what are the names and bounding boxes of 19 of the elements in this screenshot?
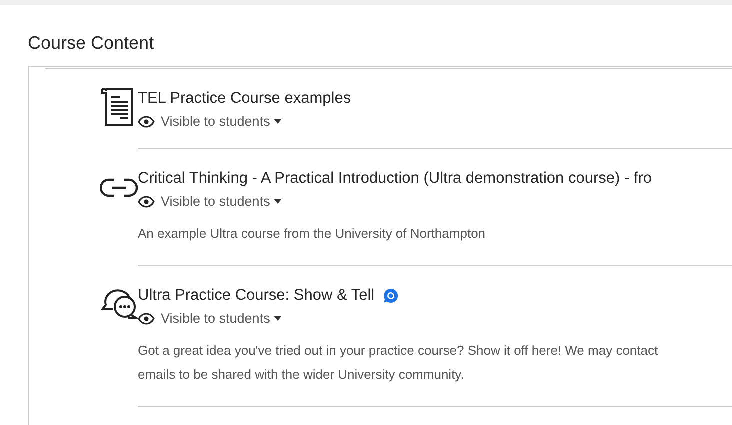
activity-badge-icon: [382, 288, 399, 304]
caret-icon: [274, 316, 282, 321]
item-title-link[interactable]: TEL Practice Course examples: [138, 89, 352, 109]
page-heading: Course Content: [28, 32, 156, 54]
item-description: emails to be shared with the wider University community.: [138, 366, 466, 384]
caret-icon: [274, 119, 282, 124]
caret-icon: [274, 199, 282, 204]
link-icon: [100, 177, 138, 199]
visibility-dropdown[interactable]: Visible to students: [161, 311, 282, 326]
eye-icon: [138, 312, 155, 324]
visibility-dropdown[interactable]: Visible to students: [161, 194, 282, 209]
item-description: An example Ultra course from the University of Northampton: [138, 225, 487, 243]
eye-icon: [138, 116, 155, 128]
item-title-link[interactable]: Ultra Practice Course: Show & Tell: [138, 286, 375, 306]
item-title-link[interactable]: Critical Thinking - A Practical Introduction (Ultra demonstration course) - fro: [138, 169, 652, 189]
visibility-dropdown[interactable]: Visible to students: [161, 114, 282, 129]
document-icon: [100, 87, 136, 127]
item-description: Got a great idea you've tried out in your practice course? Show it off here! We may contact: [138, 342, 660, 360]
eye-icon: [138, 196, 155, 208]
